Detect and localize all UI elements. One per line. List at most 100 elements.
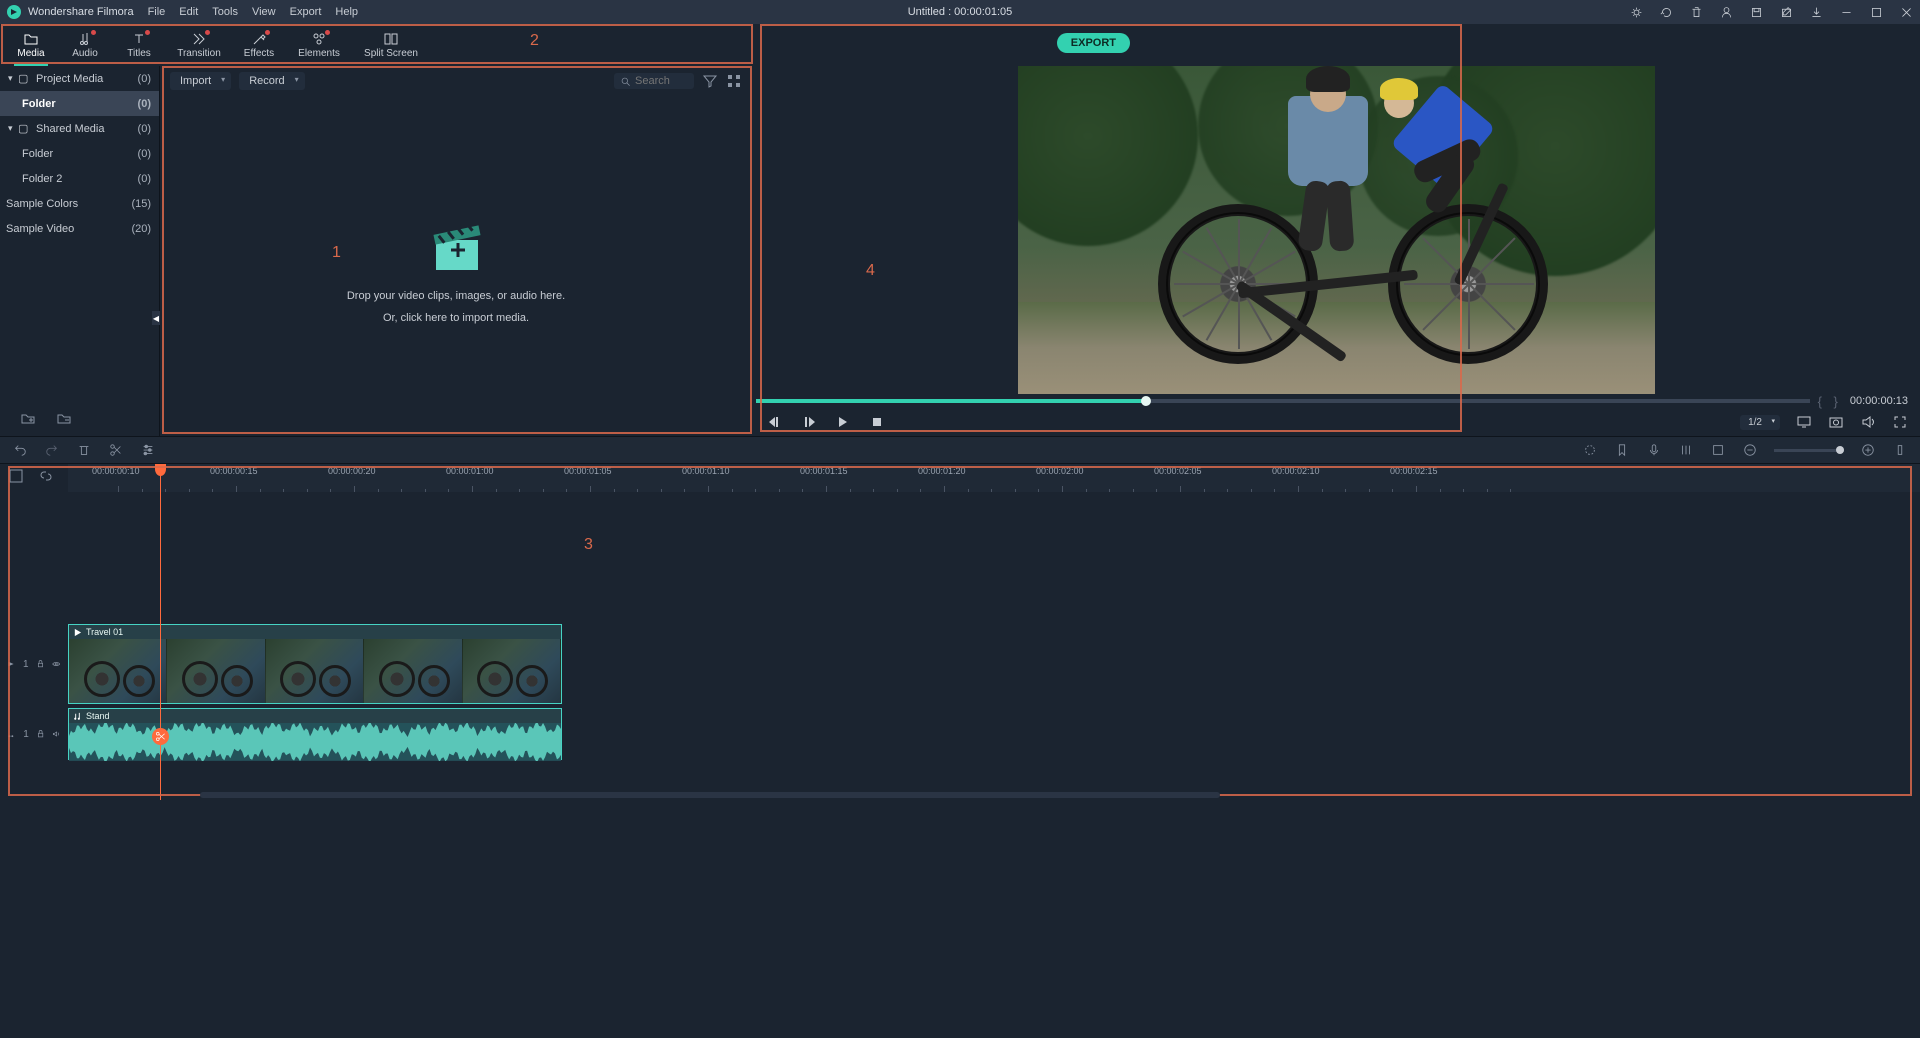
lock-icon[interactable] xyxy=(37,659,44,669)
delete-clip-button[interactable] xyxy=(76,442,92,458)
menu-help[interactable]: Help xyxy=(335,6,358,18)
sidebar-item-folder-2[interactable]: Folder 2 (0) xyxy=(0,166,159,191)
next-frame-button[interactable] xyxy=(836,415,850,429)
filter-icon[interactable] xyxy=(702,73,718,89)
timeline-scrollbar[interactable] xyxy=(200,792,1220,798)
new-folder-icon[interactable] xyxy=(20,410,36,426)
timeline-ruler[interactable]: 00:00:00:1000:00:00:1500:00:00:2000:00:0… xyxy=(68,464,1920,492)
tab-transition[interactable]: Transition xyxy=(166,24,232,66)
in-out-marker-icon[interactable]: { } xyxy=(1818,394,1842,409)
open-icon[interactable] xyxy=(1778,6,1794,19)
scrub-track[interactable] xyxy=(756,399,1810,403)
close-button[interactable] xyxy=(1898,6,1914,19)
stop-button[interactable] xyxy=(870,415,884,429)
video-clip[interactable]: Travel 01 xyxy=(68,624,562,704)
record-dropdown[interactable]: Record xyxy=(239,72,304,90)
preview-viewport[interactable] xyxy=(1018,66,1655,394)
sidebar-item-project-media[interactable]: ▾ ▢ Project Media (0) xyxy=(0,66,159,91)
play-button[interactable] xyxy=(802,415,816,429)
media-drop-zone[interactable]: Drop your video clips, images, or audio … xyxy=(168,106,744,428)
zoom-out-button[interactable] xyxy=(1742,442,1758,458)
search-input[interactable] xyxy=(635,75,685,87)
download-icon[interactable] xyxy=(1808,6,1824,19)
sidebar-item-count: (20) xyxy=(131,223,151,235)
clapperboard-icon xyxy=(421,210,491,280)
delete-folder-icon[interactable] xyxy=(56,410,72,426)
refresh-icon[interactable] xyxy=(1658,6,1674,19)
speaker-icon[interactable] xyxy=(52,729,60,739)
scissors-icon[interactable] xyxy=(152,728,169,745)
sidebar-item-sample-colors[interactable]: Sample Colors (15) xyxy=(0,191,159,216)
tab-audio[interactable]: Audio xyxy=(58,24,112,66)
import-dropdown[interactable]: Import xyxy=(170,72,231,90)
tab-titles[interactable]: Titles xyxy=(112,24,166,66)
zoom-slider[interactable] xyxy=(1774,449,1844,452)
preview-panel: { } 00:00:00:13 1/2 xyxy=(752,66,1920,436)
search-input-wrap[interactable] xyxy=(614,73,694,89)
timeline: 00:00:00:1000:00:00:1500:00:00:2000:00:0… xyxy=(0,464,1920,800)
sidebar-item-folder[interactable]: Folder (0) xyxy=(0,141,159,166)
media-sidebar: ▾ ▢ Project Media (0) Folder (0) ▾ ▢ Sha… xyxy=(0,66,160,436)
maximize-button[interactable] xyxy=(1868,6,1884,19)
sidebar-item-shared-media[interactable]: ▾ ▢ Shared Media (0) xyxy=(0,116,159,141)
lock-icon[interactable] xyxy=(37,729,44,739)
video-track-number: 1 xyxy=(23,659,29,670)
delete-icon[interactable] xyxy=(1688,6,1704,19)
adjust-button[interactable] xyxy=(140,442,156,458)
preview-scrubber[interactable]: { } 00:00:00:13 xyxy=(752,394,1920,409)
minimize-button[interactable] xyxy=(1838,6,1854,19)
crop-icon[interactable] xyxy=(1710,442,1726,458)
chevron-down-icon: ▾ xyxy=(8,123,18,134)
timeline-settings-icon[interactable] xyxy=(8,468,24,484)
account-icon[interactable] xyxy=(1718,6,1734,19)
video-track[interactable]: Travel 01 xyxy=(68,624,1916,704)
sidebar-item-label: Folder xyxy=(22,98,56,110)
zoom-fit-button[interactable] xyxy=(1892,442,1908,458)
zoom-in-button[interactable] xyxy=(1860,442,1876,458)
menu-tools[interactable]: Tools xyxy=(212,6,238,18)
eye-icon[interactable] xyxy=(52,659,60,669)
annotation-number-4: 4 xyxy=(866,262,875,280)
save-icon[interactable] xyxy=(1748,6,1764,19)
tab-split-screen[interactable]: Split Screen xyxy=(352,24,430,66)
sidebar-collapse-button[interactable]: ◀ xyxy=(152,311,160,325)
tab-elements[interactable]: Elements xyxy=(286,24,352,66)
menu-export[interactable]: Export xyxy=(290,6,322,18)
sidebar-item-folder[interactable]: Folder (0) xyxy=(0,91,159,116)
sidebar-item-count: (0) xyxy=(138,148,151,160)
split-screen-icon xyxy=(383,31,399,47)
grid-view-icon[interactable] xyxy=(726,73,742,89)
redo-button[interactable] xyxy=(44,442,60,458)
audio-clip[interactable]: Stand xyxy=(68,708,562,760)
tab-media[interactable]: Media xyxy=(4,24,58,66)
export-button[interactable]: EXPORT xyxy=(1057,33,1130,53)
undo-button[interactable] xyxy=(12,442,28,458)
split-button[interactable] xyxy=(108,442,124,458)
playhead[interactable] xyxy=(160,464,161,800)
render-icon[interactable] xyxy=(1582,442,1598,458)
scrub-knob[interactable] xyxy=(1141,396,1151,406)
video-track-head[interactable]: 1 xyxy=(0,624,68,704)
audio-track[interactable]: Stand xyxy=(68,708,1916,760)
menu-file[interactable]: File xyxy=(148,6,166,18)
chevron-down-icon: ▾ xyxy=(8,73,18,84)
snapshot-icon[interactable] xyxy=(1828,414,1844,430)
marker-icon[interactable] xyxy=(1614,442,1630,458)
settings-icon[interactable] xyxy=(1628,6,1644,19)
preview-quality-select[interactable]: 1/2 xyxy=(1740,415,1780,430)
sidebar-item-sample-video[interactable]: Sample Video (20) xyxy=(0,216,159,241)
transition-icon xyxy=(191,31,207,47)
audio-mixer-icon[interactable] xyxy=(1678,442,1694,458)
app-name: Wondershare Filmora xyxy=(28,6,134,18)
audio-track-head[interactable]: 1 xyxy=(0,708,68,760)
tab-effects[interactable]: Effects xyxy=(232,24,286,66)
menu-edit[interactable]: Edit xyxy=(179,6,198,18)
voiceover-icon[interactable] xyxy=(1646,442,1662,458)
prev-frame-button[interactable] xyxy=(768,415,782,429)
volume-icon[interactable] xyxy=(1860,414,1876,430)
titlebar: Wondershare Filmora File Edit Tools View… xyxy=(0,0,1920,24)
display-icon[interactable] xyxy=(1796,414,1812,430)
menu-view[interactable]: View xyxy=(252,6,276,18)
link-icon[interactable] xyxy=(38,468,54,484)
fullscreen-icon[interactable] xyxy=(1892,414,1908,430)
